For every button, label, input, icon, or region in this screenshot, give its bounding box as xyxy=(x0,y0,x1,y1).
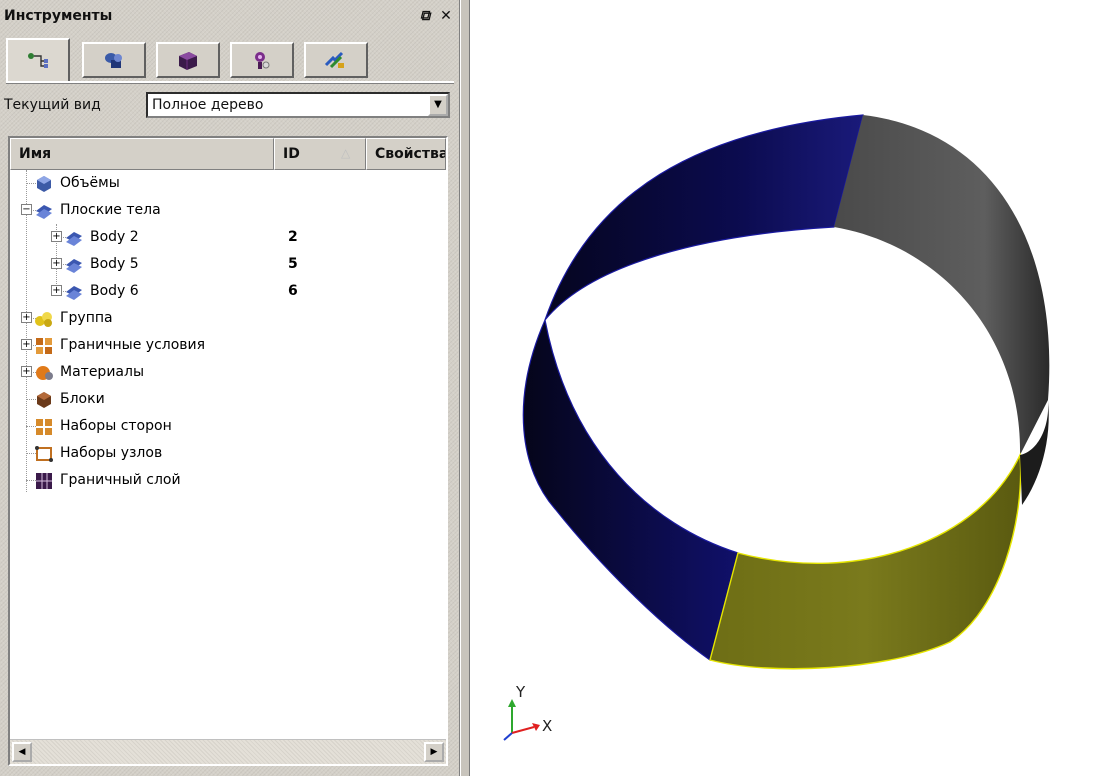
tree-header: Имя ID △ Свойства xyxy=(10,138,446,170)
tree-item[interactable]: Объёмы xyxy=(10,170,446,197)
tree-item-label: Группа xyxy=(60,310,113,326)
tree-item-id: 2 xyxy=(288,229,298,245)
panel-splitter[interactable] xyxy=(460,0,470,776)
expand-icon[interactable]: + xyxy=(51,258,62,269)
tree-icon xyxy=(28,53,48,68)
tree-item[interactable]: + Группа xyxy=(10,305,446,332)
properties-icon xyxy=(255,52,270,69)
close-panel-button[interactable]: ✕ xyxy=(437,7,455,25)
expand-icon[interactable]: + xyxy=(21,339,32,350)
tree-item[interactable]: + Материалы xyxy=(10,359,446,386)
mesh-icon xyxy=(179,52,197,70)
body-2-surface-back[interactable] xyxy=(544,114,864,321)
collapse-icon[interactable]: − xyxy=(21,204,32,215)
tab-strip-divider xyxy=(6,81,454,84)
current-view-value: Полное дерево xyxy=(152,97,264,113)
tree-item-id: 5 xyxy=(288,256,298,272)
tree-item-label: Body 6 xyxy=(90,283,139,299)
tree-item[interactable]: + Body 2 2 xyxy=(10,224,446,251)
tree-item-label: Наборы узлов xyxy=(60,445,163,461)
body-icon xyxy=(64,282,84,302)
tree-item[interactable]: Блоки xyxy=(10,386,446,413)
materials-icon xyxy=(34,363,54,383)
tree-item[interactable]: Граничный слой xyxy=(10,467,446,494)
expand-icon[interactable]: + xyxy=(51,285,62,296)
expand-icon[interactable]: + xyxy=(21,312,32,323)
tree-body: Объёмы − Плоские тела + Body 2 2 + Body 5 5 + Body… xyxy=(10,170,446,738)
boundary-conditions-icon xyxy=(34,336,54,356)
panel-titlebar: Инструменты ⧉ ✕ xyxy=(0,0,460,36)
body-5-surface[interactable] xyxy=(834,115,1050,455)
axis-x-label: X xyxy=(542,717,552,735)
axis-triad: Y X xyxy=(503,683,552,741)
body-icon xyxy=(64,228,84,248)
tab-tree[interactable] xyxy=(6,38,70,82)
panel-title: Инструменты xyxy=(4,8,113,24)
tab-properties[interactable] xyxy=(230,42,294,78)
scroll-right-button[interactable]: ▶ xyxy=(424,742,444,762)
tree-item[interactable]: Наборы узлов xyxy=(10,440,446,467)
tree-item-label: Граничный слой xyxy=(60,472,181,488)
column-header-name[interactable]: Имя xyxy=(10,138,274,170)
settings-icon xyxy=(324,51,344,69)
tree-item-label: Body 2 xyxy=(90,229,139,245)
graphics-viewport[interactable]: Y X xyxy=(470,0,1098,776)
boundary-layer-icon xyxy=(34,471,54,491)
model-tree: Имя ID △ Свойства Объёмы − Плоские тела + Bo… xyxy=(8,136,448,766)
tree-item-label: Граничные условия xyxy=(60,337,206,353)
sidesets-icon xyxy=(34,417,54,437)
app-window: Инструменты ⧉ ✕ Текущий вид Полное дерев… xyxy=(0,0,1098,776)
tree-item[interactable]: + Граничные условия xyxy=(10,332,446,359)
tree-item-label: Плоские тела xyxy=(60,202,161,218)
float-panel-button[interactable]: ⧉ xyxy=(416,7,434,25)
tree-item-label: Наборы сторон xyxy=(60,418,172,434)
scroll-left-button[interactable]: ◀ xyxy=(12,742,32,762)
body-2-surface-front[interactable] xyxy=(522,317,739,661)
volumes-icon xyxy=(34,174,54,194)
group-icon xyxy=(34,309,54,329)
tree-item-label: Блоки xyxy=(60,391,105,407)
expand-icon[interactable]: + xyxy=(21,366,32,377)
sort-ascending-icon: △ xyxy=(341,146,351,160)
tree-item[interactable]: Наборы сторон xyxy=(10,413,446,440)
current-view-row: Текущий вид Полное дерево ▼ xyxy=(4,92,454,118)
tab-settings[interactable] xyxy=(304,42,368,78)
expand-icon[interactable]: + xyxy=(51,231,62,242)
tree-item-label: Объёмы xyxy=(60,175,120,191)
tab-geometry[interactable] xyxy=(82,42,146,78)
tree-item[interactable]: − Плоские тела xyxy=(10,197,446,224)
tree-item-label: Материалы xyxy=(60,364,144,380)
blocks-icon xyxy=(34,390,54,410)
column-header-properties[interactable]: Свойства xyxy=(366,138,446,170)
tree-item-id: 6 xyxy=(288,283,298,299)
tab-mesh[interactable] xyxy=(156,42,220,78)
column-header-id[interactable]: ID △ xyxy=(274,138,366,170)
axis-y-label: Y xyxy=(515,683,526,701)
horizontal-scrollbar[interactable]: ◀ ▶ xyxy=(10,739,446,764)
tree-item-label: Body 5 xyxy=(90,256,139,272)
body-6-surface[interactable] xyxy=(709,452,1022,670)
tree-item[interactable]: + Body 5 5 xyxy=(10,251,446,278)
tree-item[interactable]: + Body 6 6 xyxy=(10,278,446,305)
sheet-bodies-icon xyxy=(34,201,54,221)
dropdown-arrow-icon[interactable]: ▼ xyxy=(428,94,448,116)
tools-panel: Инструменты ⧉ ✕ Текущий вид Полное дерев… xyxy=(0,0,460,776)
body-icon xyxy=(64,255,84,275)
current-view-select[interactable]: Полное дерево ▼ xyxy=(146,92,450,118)
current-view-label: Текущий вид xyxy=(4,97,101,113)
nodesets-icon xyxy=(34,444,54,464)
viewport-canvas[interactable]: Y X xyxy=(470,0,1098,776)
geometry-icon xyxy=(105,53,122,68)
tool-tabs xyxy=(6,38,456,86)
column-header-id-label: ID xyxy=(283,146,300,162)
